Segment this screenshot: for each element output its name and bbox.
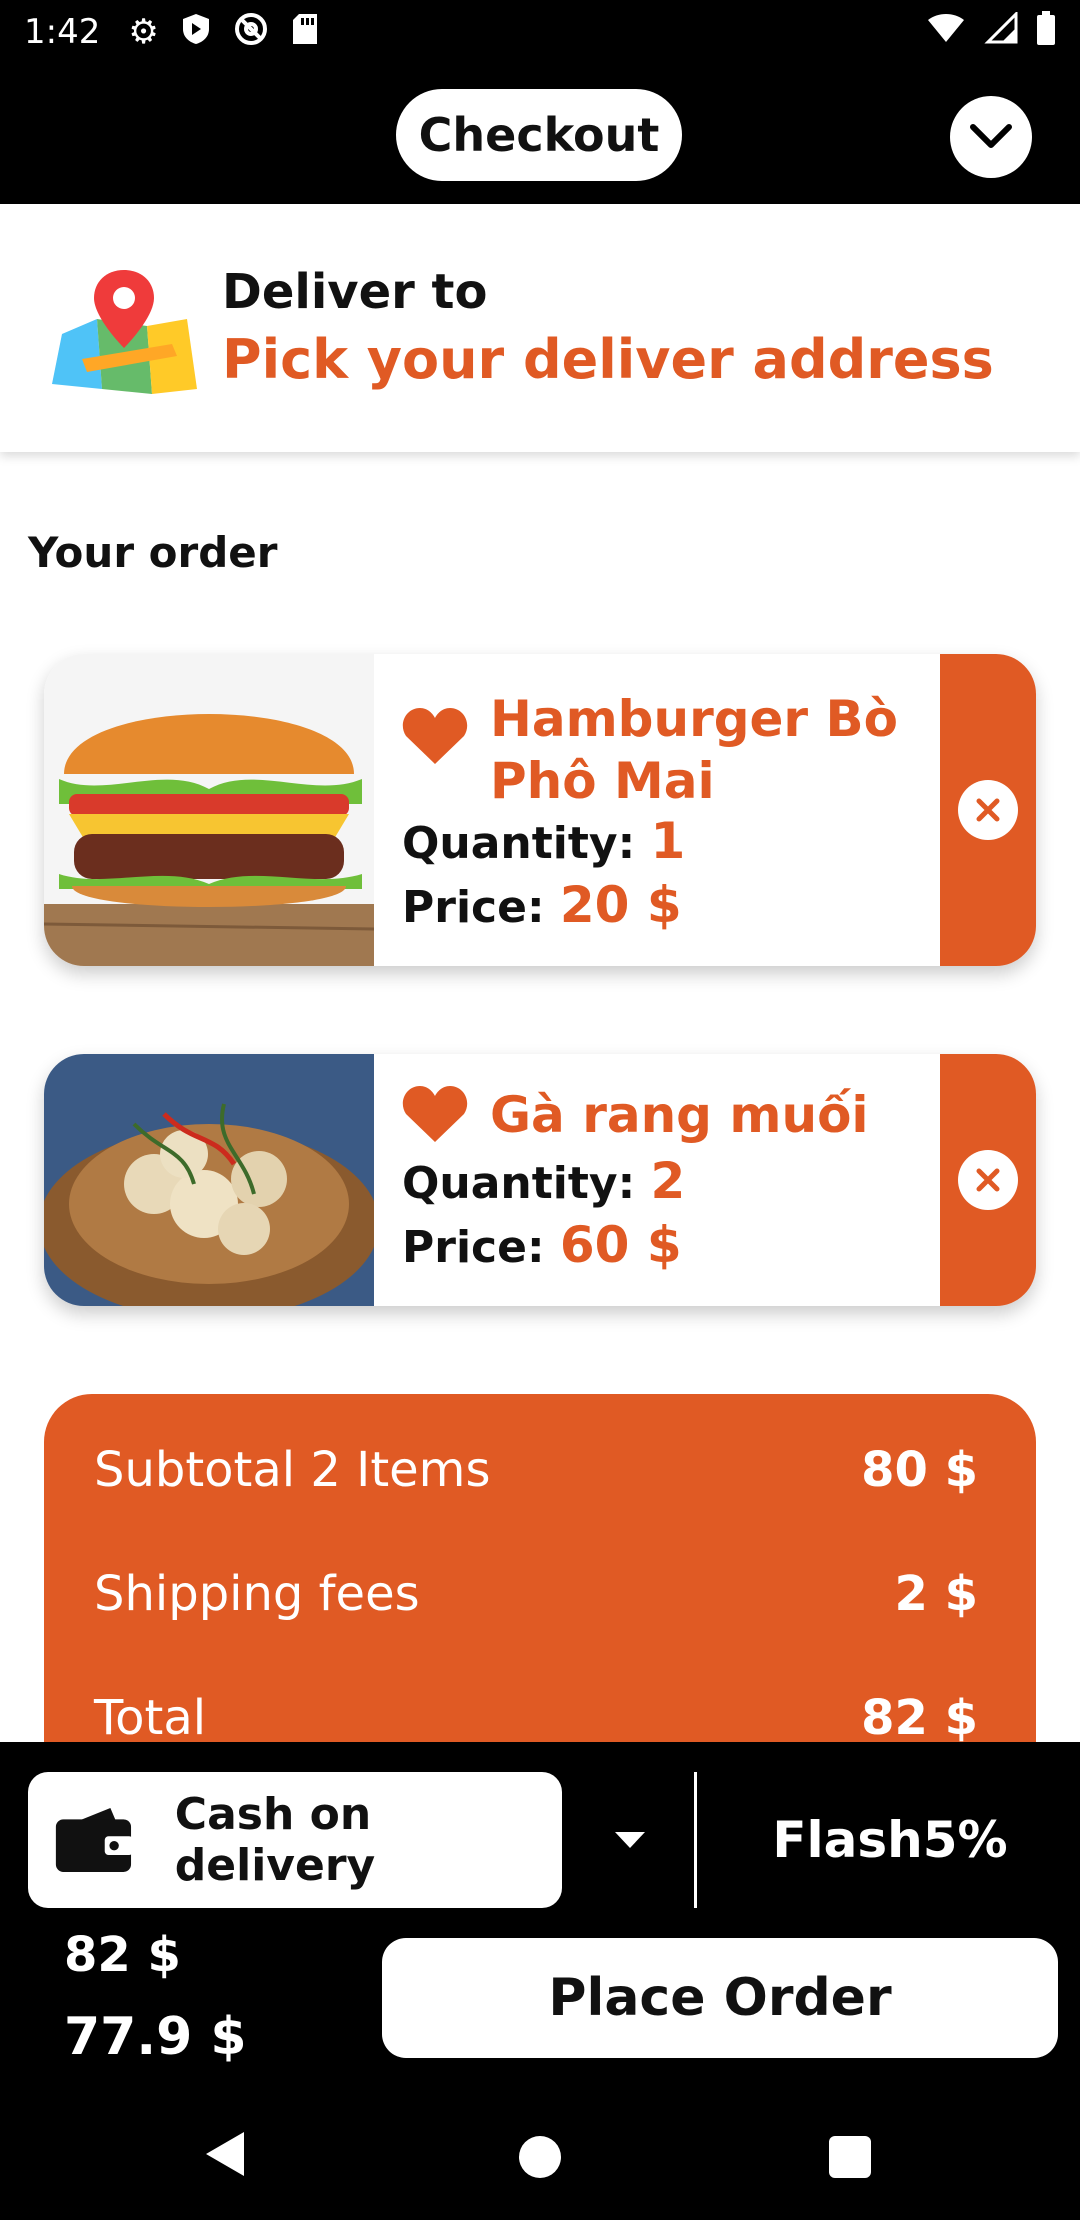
- price-label: Price:: [402, 1222, 545, 1273]
- total-label: Total: [94, 1690, 207, 1746]
- sd-card-icon: [291, 12, 319, 52]
- checkout-screen: 1:42 ⚙ Checkout Deliver to Pick your del…: [0, 0, 1080, 2220]
- wallet-icon: [55, 1808, 133, 1872]
- payment-dropdown[interactable]: [606, 1822, 654, 1858]
- page-title: Checkout: [396, 89, 682, 181]
- subtotal-label: Subtotal 2 Items: [94, 1442, 491, 1498]
- discounted-price: 77.9 $: [64, 2007, 247, 2067]
- total-row: Total 82 $: [94, 1690, 978, 1746]
- remove-item-button[interactable]: [958, 1150, 1018, 1210]
- heart-icon[interactable]: [402, 706, 468, 766]
- status-time: 1:42: [24, 12, 101, 52]
- chevron-down-icon: [970, 124, 1012, 148]
- quantity-value: 2: [650, 1152, 686, 1210]
- shipping-label: Shipping fees: [94, 1566, 420, 1622]
- deliver-address-card[interactable]: Deliver to Pick your deliver address: [0, 204, 1080, 452]
- home-icon[interactable]: [519, 2136, 561, 2178]
- battery-icon: [1036, 10, 1056, 54]
- item-quantity: Quantity: 2: [402, 1152, 685, 1210]
- item-quantity: Quantity: 1: [402, 812, 685, 870]
- item-image-chicken: [44, 1054, 374, 1306]
- close-icon: [976, 798, 1000, 822]
- item-name: Hamburger Bò Phô Mai: [490, 690, 898, 810]
- item-side-strip: [940, 654, 1036, 966]
- order-heading: Your order: [28, 528, 278, 577]
- original-price: 82 $: [64, 1927, 181, 1983]
- total-value: 82 $: [861, 1690, 978, 1746]
- payment-method-button[interactable]: Cash on delivery: [28, 1772, 562, 1908]
- heart-icon[interactable]: [402, 1084, 468, 1144]
- order-summary: Subtotal 2 Items 80 $ Shipping fees 2 $ …: [44, 1394, 1036, 1754]
- price-label: Price:: [402, 882, 545, 933]
- status-bar: 1:42 ⚙: [0, 0, 1080, 64]
- collapse-button[interactable]: [950, 96, 1032, 178]
- at-sign-icon: [233, 11, 269, 53]
- subtotal-value: 80 $: [861, 1442, 978, 1498]
- item-side-strip: [940, 1054, 1036, 1306]
- place-order-button[interactable]: Place Order: [382, 1938, 1058, 2058]
- map-pin-icon: [52, 270, 197, 394]
- payment-method-label: Cash on delivery: [174, 1789, 376, 1891]
- gear-icon: ⚙: [128, 12, 159, 52]
- item-name: Gà rang muối: [490, 1086, 869, 1144]
- remove-item-button[interactable]: [958, 780, 1018, 840]
- header-bar: Checkout: [0, 64, 1080, 204]
- price-value: 20 $: [559, 876, 682, 934]
- wifi-icon: [926, 12, 966, 53]
- divider: [694, 1772, 697, 1908]
- item-price: Price: 60 $: [402, 1216, 682, 1274]
- back-icon[interactable]: [204, 2130, 246, 2178]
- item-image-burger: [44, 654, 374, 966]
- quantity-label: Quantity:: [402, 818, 636, 869]
- item-price: Price: 20 $: [402, 876, 682, 934]
- price-value: 60 $: [559, 1216, 682, 1274]
- order-item-card: Hamburger Bò Phô Mai Quantity: 1 Price: …: [44, 654, 1036, 966]
- system-nav-bar: [0, 2090, 1080, 2220]
- voucher-button[interactable]: Flash5%: [700, 1772, 1080, 1908]
- subtotal-row: Subtotal 2 Items 80 $: [94, 1442, 978, 1498]
- shipping-row: Shipping fees 2 $: [94, 1566, 978, 1622]
- recents-icon[interactable]: [829, 2136, 871, 2178]
- signal-icon: [984, 9, 1018, 53]
- quantity-label: Quantity:: [402, 1158, 636, 1209]
- order-item-card: Gà rang muối Quantity: 2 Price: 60 $: [44, 1054, 1036, 1306]
- quantity-value: 1: [650, 812, 686, 870]
- shipping-value: 2 $: [894, 1566, 978, 1622]
- caret-down-icon: [615, 1832, 645, 1848]
- deliver-title: Deliver to: [222, 264, 488, 320]
- close-icon: [976, 1168, 1000, 1192]
- shield-icon: [181, 12, 211, 52]
- deliver-address-prompt[interactable]: Pick your deliver address: [222, 328, 994, 391]
